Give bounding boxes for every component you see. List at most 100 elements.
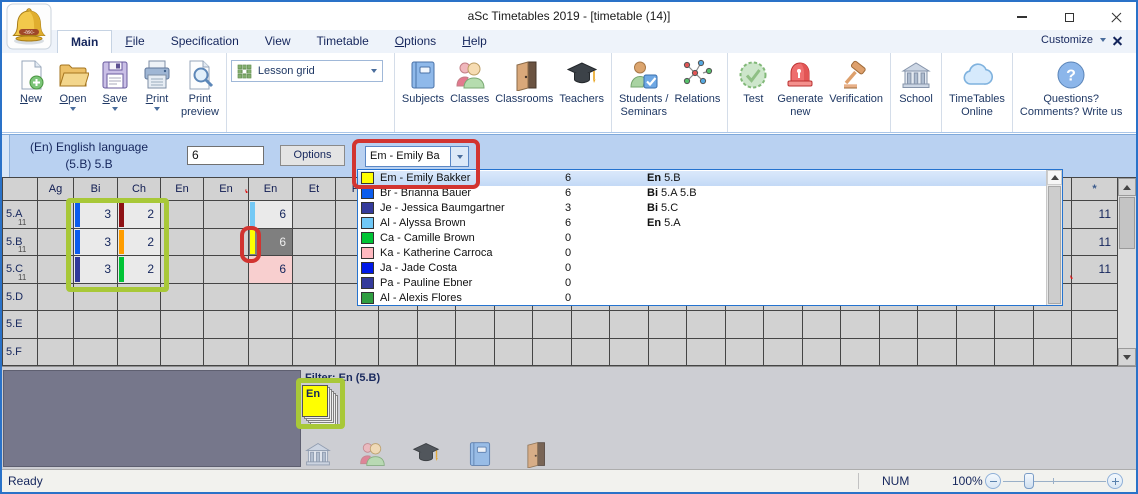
window-minimize-button[interactable] [1007, 8, 1037, 26]
options-button[interactable]: Options [280, 145, 345, 166]
grid-cell[interactable] [204, 229, 249, 257]
grid-cell[interactable]: 6 [249, 256, 293, 284]
teacher-list-item[interactable]: Al - Alexis Flores0 [358, 291, 1046, 306]
grid-cell[interactable] [918, 339, 957, 367]
scroll-up-button[interactable] [1047, 170, 1062, 185]
column-header-en-3[interactable]: En [161, 178, 204, 201]
grid-cell[interactable] [726, 311, 765, 339]
grid-cell[interactable] [161, 256, 204, 284]
grid-cell[interactable] [38, 284, 74, 312]
grid-vertical-scrollbar[interactable] [1118, 178, 1137, 366]
grid-cell[interactable] [74, 311, 118, 339]
grid-cell[interactable] [803, 339, 842, 367]
grid-cell[interactable]: 6 [249, 201, 293, 229]
grid-cell[interactable] [204, 201, 249, 229]
grid-cell[interactable] [38, 311, 74, 339]
column-header-en-4[interactable]: En [204, 178, 249, 201]
grid-cell[interactable] [841, 339, 880, 367]
teacher-list-item[interactable]: Al - Alyssa Brown6En 5.A [358, 216, 1046, 231]
window-maximize-button[interactable] [1054, 8, 1084, 26]
grid-cell[interactable] [38, 339, 74, 367]
zoom-out-button[interactable] [985, 473, 1001, 489]
menu-item-view[interactable]: View [252, 30, 304, 53]
grid-cell[interactable]: 2 [118, 201, 161, 229]
toolbar-button-relations[interactable]: Relations [672, 56, 724, 106]
grid-cell[interactable] [379, 311, 418, 339]
teacher-combo[interactable]: Em - Emily Ba [365, 146, 469, 167]
grid-cell[interactable] [803, 311, 842, 339]
grid-cell[interactable] [249, 339, 293, 367]
grid-cell[interactable] [38, 229, 74, 257]
grid-cell[interactable] [957, 311, 996, 339]
lessons-count-input[interactable]: 6 [187, 146, 264, 165]
grid-cell[interactable] [161, 201, 204, 229]
grid-cell[interactable] [880, 339, 919, 367]
grid-cell[interactable] [610, 311, 649, 339]
toolbar-button-save[interactable]: Save [94, 56, 136, 111]
grid-cell[interactable]: 3 [74, 201, 118, 229]
grid-cell[interactable] [649, 339, 688, 367]
column-header-ch-2[interactable]: Ch [118, 178, 161, 201]
grid-cell[interactable]: 2 [118, 256, 161, 284]
toolbar-button-test[interactable]: Test [732, 56, 774, 106]
zoom-in-button[interactable] [1107, 473, 1123, 489]
grid-cell[interactable] [764, 311, 803, 339]
teacher-list-item[interactable]: Pa - Pauline Ebner0 [358, 276, 1046, 291]
grid-cell[interactable] [118, 284, 161, 312]
row-label-5e[interactable]: 5.E [3, 311, 38, 339]
teacher-list-item[interactable]: Ka - Katherine Carroca0 [358, 246, 1046, 261]
grid-cell[interactable]: 3 [74, 229, 118, 257]
grid-cell[interactable] [1034, 339, 1073, 367]
grid-cell[interactable] [495, 311, 534, 339]
grid-cell[interactable] [572, 311, 611, 339]
unplaced-cards-area[interactable] [3, 370, 301, 467]
dropdown-arrow-icon[interactable] [112, 107, 118, 111]
toolbar-button-generate-new[interactable]: Generate new [774, 56, 826, 118]
grid-cell[interactable] [687, 311, 726, 339]
grid-cell[interactable] [293, 339, 336, 367]
grid-cell[interactable] [204, 256, 249, 284]
grid-cell[interactable] [293, 229, 336, 257]
grid-cell[interactable] [118, 311, 161, 339]
column-header-ag-0[interactable]: Ag [38, 178, 74, 201]
toolbar-button-verification[interactable]: Verification [826, 56, 886, 106]
grid-cell[interactable] [572, 339, 611, 367]
grid-cell[interactable] [533, 311, 572, 339]
grid-cell[interactable] [379, 339, 418, 367]
menu-item-main[interactable]: Main [57, 30, 112, 53]
zoom-slider-thumb[interactable] [1024, 473, 1034, 489]
view-selector-combo[interactable]: Lesson grid [231, 60, 383, 82]
teacher-list-item[interactable]: Je - Jessica Baumgartner3Bi 5.C [358, 201, 1046, 216]
menu-item-timetable[interactable]: Timetable [304, 30, 382, 53]
grid-cell[interactable] [918, 311, 957, 339]
grid-cell[interactable]: 2 [118, 229, 161, 257]
grid-cell[interactable] [1034, 311, 1073, 339]
grid-cell[interactable] [74, 339, 118, 367]
grid-cell[interactable] [293, 201, 336, 229]
grid-cell[interactable]: 6 [249, 229, 293, 257]
grid-cell[interactable] [204, 284, 249, 312]
grid-cell[interactable] [118, 339, 161, 367]
grid-cell[interactable] [161, 339, 204, 367]
grid-cell[interactable] [764, 339, 803, 367]
menu-item-options[interactable]: Options [382, 30, 449, 53]
toolbar-button-print[interactable]: Print [136, 56, 178, 111]
grid-cell[interactable] [336, 311, 379, 339]
toolbar-button-classrooms[interactable]: Classrooms [492, 56, 556, 106]
toolbar-button-classes[interactable]: Classes [447, 56, 492, 106]
grid-cell[interactable] [995, 311, 1034, 339]
grid-cell[interactable] [418, 311, 457, 339]
grid-cell[interactable] [293, 311, 336, 339]
grid-cell[interactable] [995, 339, 1034, 367]
customize-dropdown-icon[interactable] [1100, 38, 1106, 42]
teacher-list-item[interactable]: Br - Brianna Bauer6Bi 5.A 5.B [358, 186, 1046, 201]
close-ribbon-button[interactable] [1113, 36, 1122, 45]
window-close-button[interactable] [1101, 8, 1131, 26]
grid-cell[interactable] [726, 339, 765, 367]
menu-item-file[interactable]: File [112, 30, 157, 53]
row-label-5a[interactable]: 5.A11 [3, 201, 38, 229]
grid-cell[interactable] [249, 311, 293, 339]
teacher-list-item[interactable]: Em - Emily Bakker6En 5.B [358, 171, 1046, 186]
grid-cell[interactable] [649, 311, 688, 339]
grid-cell[interactable] [880, 311, 919, 339]
